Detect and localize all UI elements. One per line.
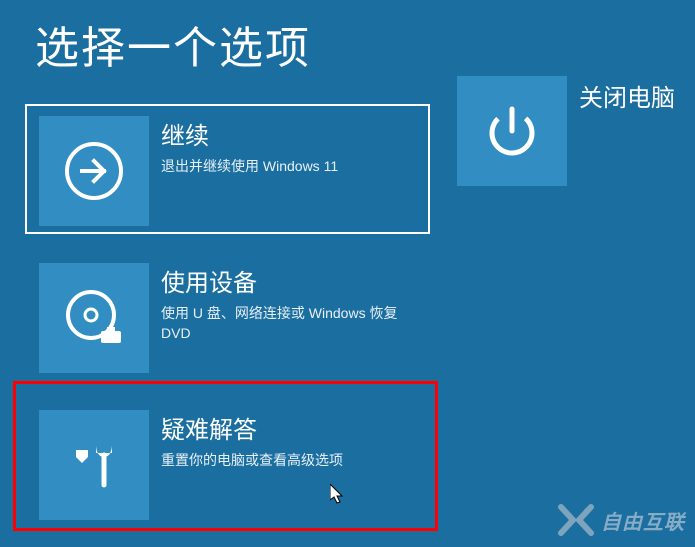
shutdown-title: 关闭电脑: [567, 76, 675, 186]
arrow-right-icon: [39, 116, 149, 226]
disc-icon: [39, 263, 149, 373]
troubleshoot-text: 疑难解答 重置你的电脑或查看高级选项: [149, 400, 428, 526]
use-device-title: 使用设备: [161, 263, 428, 298]
continue-tile[interactable]: 继续 退出并继续使用 Windows 11: [25, 104, 430, 234]
troubleshoot-desc: 重置你的电脑或查看高级选项: [161, 451, 428, 471]
troubleshoot-tile[interactable]: 疑难解答 重置你的电脑或查看高级选项: [25, 398, 430, 528]
use-device-desc: 使用 U 盘、网络连接或 Windows 恢复 DVD: [161, 304, 428, 343]
continue-text: 继续 退出并继续使用 Windows 11: [149, 106, 428, 232]
tools-icon: [39, 410, 149, 520]
continue-desc: 退出并继续使用 Windows 11: [161, 157, 428, 177]
troubleshoot-title: 疑难解答: [161, 410, 428, 445]
continue-title: 继续: [161, 116, 428, 151]
watermark-text: 自由互联: [601, 506, 685, 535]
shutdown-tile[interactable]: 关闭电脑: [457, 76, 675, 186]
page-title: 选择一个选项: [0, 0, 695, 76]
watermark: 自由互联: [557, 503, 685, 537]
use-device-tile[interactable]: 使用设备 使用 U 盘、网络连接或 Windows 恢复 DVD: [25, 251, 430, 381]
use-device-text: 使用设备 使用 U 盘、网络连接或 Windows 恢复 DVD: [149, 253, 428, 379]
power-icon: [457, 76, 567, 186]
options-container: 继续 退出并继续使用 Windows 11 使用设备 使用 U 盘、网络连接或 …: [0, 76, 695, 528]
